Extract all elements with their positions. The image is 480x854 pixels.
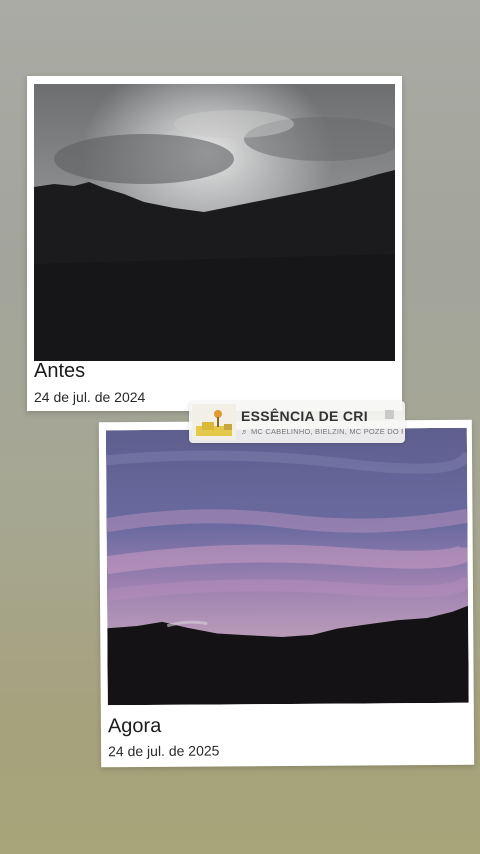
photo-now <box>105 427 469 706</box>
photo-card-now[interactable]: Agora 24 de jul. de 2025 <box>98 419 475 768</box>
caption-date-now: 24 de jul. de 2025 <box>108 742 220 760</box>
caption-title-now: Agora <box>107 714 162 738</box>
song-title: ESSÊNCIA DE CRI <box>241 408 368 424</box>
caption-title-before: Antes <box>34 360 86 382</box>
album-art <box>192 404 236 440</box>
photo-card-before[interactable]: Antes 24 de jul. de 2024 <box>27 76 402 411</box>
song-artists: ♬ MC CABELINHO, BIELZIN, MC POZE DO RODO… <box>241 427 403 436</box>
caption-date-before: 24 de jul. de 2024 <box>34 389 146 405</box>
photo-before <box>34 84 395 361</box>
music-sticker[interactable]: ESSÊNCIA DE CRI ♬ MC CABELINHO, BIELZIN,… <box>189 401 405 443</box>
menu-icon[interactable] <box>385 410 394 419</box>
